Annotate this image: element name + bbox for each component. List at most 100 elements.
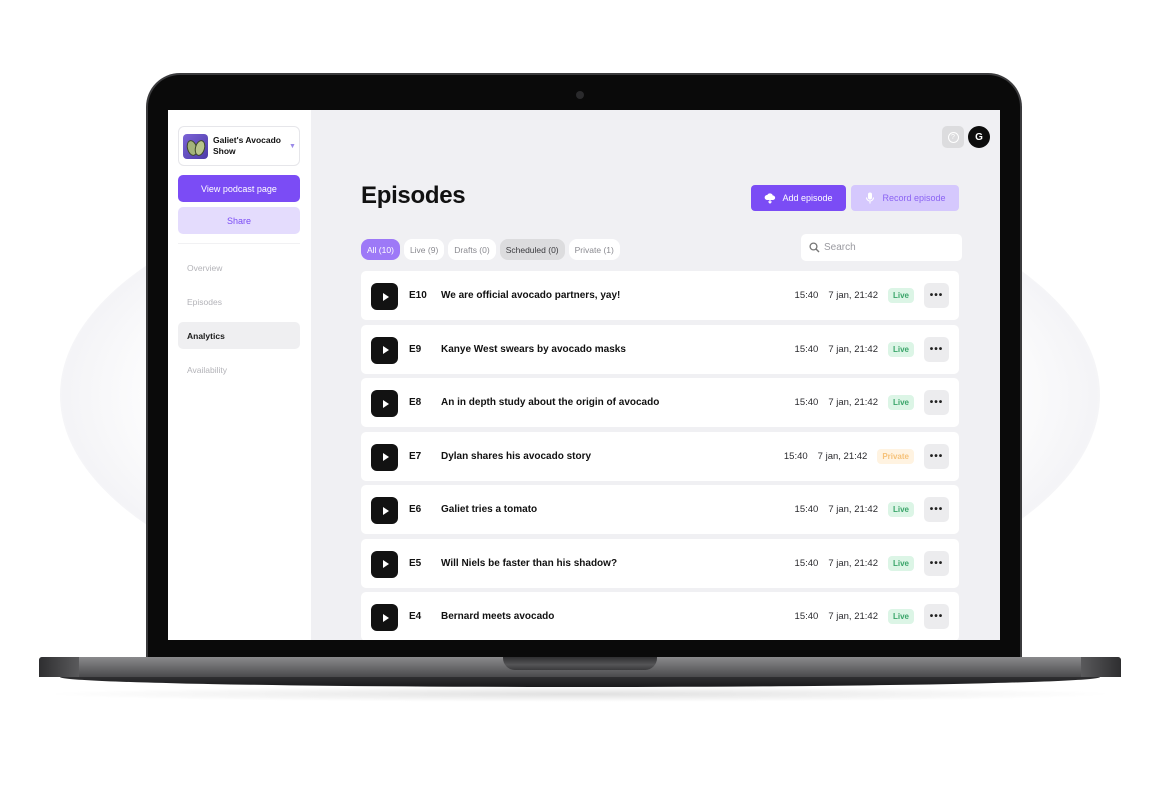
episode-meta: 15:40 7 jan, 21:42 Private bbox=[783, 448, 914, 464]
sidebar-item-availability[interactable]: Availability bbox=[178, 356, 300, 383]
episode-meta: 15:40 7 jan, 21:42 Live bbox=[794, 341, 914, 357]
tab-private[interactable]: Private (1) bbox=[568, 239, 620, 260]
play-button[interactable] bbox=[371, 283, 398, 310]
episode-duration: 15:40 bbox=[794, 343, 819, 355]
app-screen: Galiet's Avocado Show ▼ View podcast pag… bbox=[168, 110, 1000, 640]
episode-row[interactable]: E7 Dylan shares his avocado story 15:40 … bbox=[361, 431, 959, 481]
status-badge: Live bbox=[887, 341, 914, 357]
more-options-button[interactable]: ••• bbox=[924, 497, 949, 522]
page-title: Episodes bbox=[361, 182, 466, 209]
episode-row[interactable]: E9 Kanye West swears by avocado masks 15… bbox=[361, 324, 959, 374]
episode-number: E4 bbox=[409, 611, 422, 622]
episode-meta: 15:40 7 jan, 21:42 Live bbox=[795, 609, 914, 624]
sidebar-item-episodes[interactable]: Episodes bbox=[178, 288, 300, 315]
more-options-button[interactable]: ••• bbox=[924, 390, 949, 415]
episode-row[interactable]: E8 An in depth study about the origin of… bbox=[361, 378, 959, 427]
search-box bbox=[801, 234, 962, 261]
share-button[interactable]: Share bbox=[178, 207, 300, 234]
play-button[interactable] bbox=[371, 443, 398, 471]
episode-date: 7 jan, 21:42 bbox=[828, 504, 878, 515]
episode-filter-tabs: All (10) Live (9) Drafts (0) Scheduled (… bbox=[361, 239, 620, 260]
episode-date: 7 jan, 21:42 bbox=[817, 450, 868, 462]
sidebar-item-overview[interactable]: Overview bbox=[178, 254, 300, 281]
chevron-down-icon: ▼ bbox=[289, 142, 296, 150]
episode-meta: 15:40 7 jan, 21:42 Live bbox=[795, 502, 914, 517]
episode-duration: 15:40 bbox=[794, 290, 819, 301]
episode-title[interactable]: Will Niels be faster than his shadow? bbox=[441, 558, 617, 569]
top-right-controls: ? G bbox=[942, 126, 990, 148]
episode-date: 7 jan, 21:42 bbox=[828, 290, 878, 301]
play-button[interactable] bbox=[371, 336, 398, 364]
episode-row[interactable]: E10 We are official avocado partners, ya… bbox=[361, 271, 959, 320]
add-episode-button[interactable]: Add episode bbox=[751, 185, 846, 211]
status-badge: Live bbox=[887, 288, 914, 303]
search-icon bbox=[809, 242, 820, 253]
podcast-cover-image bbox=[183, 133, 208, 159]
more-options-button[interactable]: ••• bbox=[924, 336, 949, 362]
status-badge: Private bbox=[877, 448, 914, 464]
tab-drafts[interactable]: Drafts (0) bbox=[448, 239, 496, 260]
podcast-name: Galiet's Avocado Show bbox=[213, 135, 281, 156]
camera-icon bbox=[576, 91, 584, 99]
episode-row[interactable]: E5 Will Niels be faster than his shadow?… bbox=[361, 538, 959, 588]
status-badge: Live bbox=[887, 555, 914, 571]
episode-duration: 15:40 bbox=[794, 611, 819, 622]
episode-date: 7 jan, 21:42 bbox=[828, 343, 878, 355]
episode-meta: 15:40 7 jan, 21:42 Live bbox=[795, 395, 914, 410]
episode-title[interactable]: Galiet tries a tomato bbox=[441, 504, 537, 515]
laptop-notch bbox=[503, 657, 657, 670]
episode-date: 7 jan, 21:42 bbox=[828, 611, 878, 622]
tab-scheduled[interactable]: Scheduled (0) bbox=[499, 239, 565, 260]
episode-date: 7 jan, 21:42 bbox=[828, 397, 878, 408]
episode-title[interactable]: Bernard meets avocado bbox=[441, 611, 554, 622]
episode-duration: 15:40 bbox=[783, 450, 808, 462]
episode-title[interactable]: An in depth study about the origin of av… bbox=[441, 397, 659, 408]
episode-title[interactable]: Kanye West swears by avocado masks bbox=[441, 344, 626, 355]
record-episode-label: Record episode bbox=[882, 193, 946, 203]
play-button[interactable] bbox=[371, 550, 398, 578]
divider bbox=[178, 243, 300, 244]
more-options-button[interactable]: ••• bbox=[924, 283, 949, 308]
more-options-button[interactable]: ••• bbox=[924, 604, 949, 629]
episode-number: E9 bbox=[409, 343, 422, 355]
sidebar: Galiet's Avocado Show ▼ View podcast pag… bbox=[168, 110, 311, 640]
podcast-selector[interactable]: Galiet's Avocado Show ▼ bbox=[178, 126, 300, 166]
status-badge: Live bbox=[887, 395, 914, 410]
episode-meta: 15:40 7 jan, 21:42 Live bbox=[795, 288, 914, 303]
cloud-upload-icon bbox=[765, 193, 776, 204]
episode-number: E10 bbox=[409, 290, 427, 301]
episode-date: 7 jan, 21:42 bbox=[828, 557, 878, 569]
episode-duration: 15:40 bbox=[794, 504, 819, 515]
microphone-icon bbox=[866, 192, 875, 204]
tab-live[interactable]: Live (9) bbox=[403, 239, 445, 260]
episode-title[interactable]: Dylan shares his avocado story bbox=[441, 451, 591, 462]
episode-number: E6 bbox=[409, 504, 422, 515]
more-options-button[interactable]: ••• bbox=[924, 443, 949, 469]
view-podcast-page-button[interactable]: View podcast page bbox=[178, 175, 300, 202]
laptop-shadow bbox=[40, 686, 1120, 702]
episode-duration: 15:40 bbox=[794, 397, 819, 408]
status-badge: Live bbox=[887, 502, 914, 517]
avatar[interactable]: G bbox=[968, 126, 990, 148]
episode-row[interactable]: E4 Bernard meets avocado 15:40 7 jan, 21… bbox=[361, 592, 959, 640]
episode-meta: 15:40 7 jan, 21:42 Live bbox=[794, 555, 914, 571]
episode-list: E10 We are official avocado partners, ya… bbox=[361, 271, 959, 640]
help-icon: ? bbox=[947, 131, 959, 143]
play-button[interactable] bbox=[371, 497, 398, 524]
episode-row[interactable]: E6 Galiet tries a tomato 15:40 7 jan, 21… bbox=[361, 485, 959, 534]
search-input[interactable] bbox=[824, 242, 954, 253]
episode-duration: 15:40 bbox=[794, 557, 819, 569]
tab-all[interactable]: All (10) bbox=[361, 239, 400, 260]
play-button[interactable] bbox=[371, 390, 398, 417]
episode-title[interactable]: We are official avocado partners, yay! bbox=[441, 290, 620, 301]
more-options-button[interactable]: ••• bbox=[924, 550, 949, 576]
add-episode-label: Add episode bbox=[782, 193, 833, 203]
record-episode-button[interactable]: Record episode bbox=[851, 185, 959, 211]
play-button[interactable] bbox=[371, 604, 398, 631]
help-button[interactable]: ? bbox=[942, 126, 964, 148]
episode-number: E8 bbox=[409, 397, 422, 408]
sidebar-nav: Overview Episodes Analytics Availability bbox=[178, 254, 300, 390]
episode-number: E7 bbox=[409, 450, 422, 462]
status-badge: Live bbox=[887, 609, 914, 624]
sidebar-item-analytics[interactable]: Analytics bbox=[178, 322, 300, 349]
